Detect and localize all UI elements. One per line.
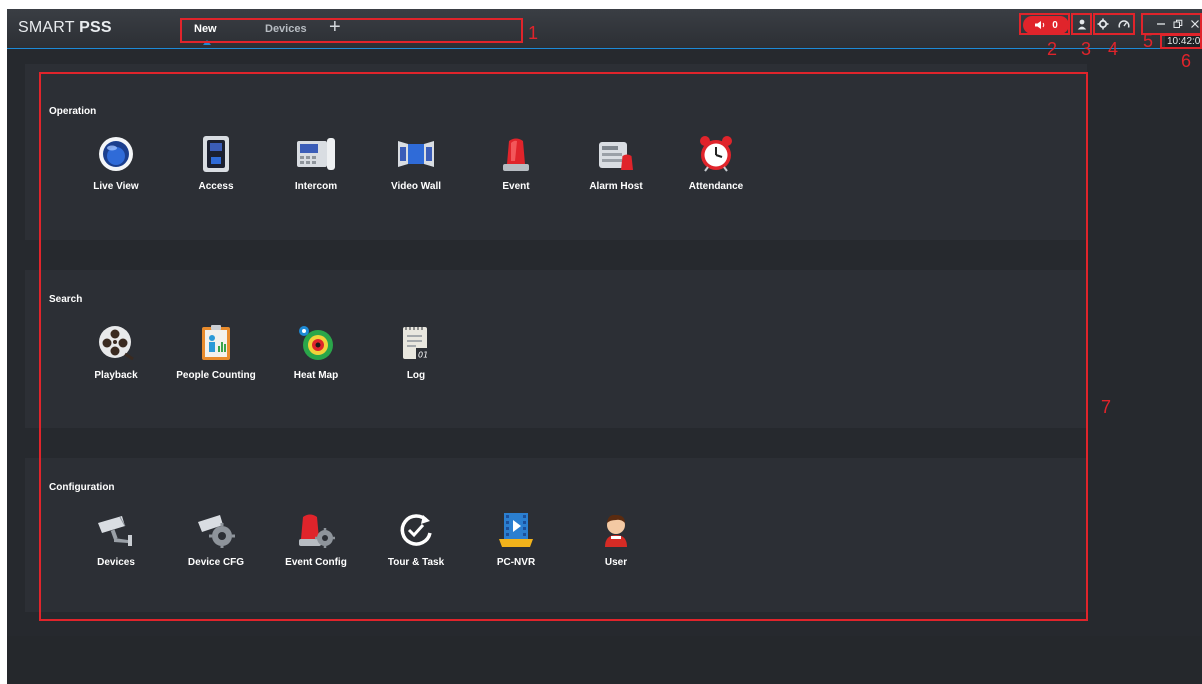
tile-label: Attendance — [688, 181, 744, 192]
system-clock: 10:42:03 — [1165, 36, 1202, 47]
access-icon — [196, 134, 236, 174]
tile-label: Device CFG — [187, 557, 245, 568]
tile-label: User — [604, 557, 628, 568]
tab-devices[interactable]: Devices — [265, 23, 307, 35]
tile-label: Playback — [94, 370, 138, 381]
tile-label: Alarm Host — [589, 181, 643, 192]
event-config-icon — [296, 510, 336, 550]
section-title-operation: Operation — [49, 106, 97, 117]
speaker-icon — [1035, 21, 1045, 29]
person-icon — [1077, 19, 1087, 29]
main-panel: Operation Live View Access Intercom Vide… — [25, 64, 1087, 612]
tab-new[interactable]: New — [194, 23, 217, 35]
tile-attendance[interactable]: Attendance — [666, 134, 766, 214]
smart-pss-window: SMART PSS New Devices + 0 10:42:0 Operat… — [7, 9, 1202, 684]
restore-button[interactable] — [1170, 16, 1186, 32]
close-button[interactable] — [1187, 16, 1202, 32]
user-icon — [596, 510, 636, 550]
live-view-icon — [96, 134, 136, 174]
tile-event-config[interactable]: Event Config — [266, 510, 366, 590]
people-counting-icon — [196, 323, 236, 363]
restore-icon — [1173, 19, 1183, 28]
close-icon — [1191, 20, 1199, 28]
tile-people-counting[interactable]: People Counting — [166, 323, 266, 403]
tile-label: People Counting — [176, 370, 256, 381]
annotation-number-7: 7 — [1101, 397, 1112, 417]
active-tab-indicator — [203, 40, 211, 45]
tile-alarm-host[interactable]: Alarm Host — [566, 134, 666, 214]
bottom-area — [7, 636, 1202, 684]
logo-text-light: SMART — [18, 19, 80, 36]
annotation-number-3: 3 — [1081, 39, 1092, 59]
section-separator — [25, 240, 1087, 270]
log-icon: 01 — [396, 323, 436, 363]
alarm-count: 0 — [1052, 19, 1058, 31]
tour-task-icon — [396, 510, 436, 550]
annotation-number-4: 4 — [1108, 39, 1119, 59]
performance-button[interactable] — [1116, 16, 1132, 32]
tile-label: Devices — [97, 557, 135, 568]
pc-nvr-icon — [496, 510, 536, 550]
tile-log[interactable]: 01 Log — [366, 323, 466, 403]
tile-pc-nvr[interactable]: PC-NVR — [466, 510, 566, 590]
section-title-configuration: Configuration — [49, 482, 115, 493]
tile-label: Intercom — [294, 181, 338, 192]
annotation-number-5: 5 — [1143, 31, 1154, 51]
heat-map-icon — [296, 323, 336, 363]
add-tab-button[interactable]: + — [329, 16, 341, 39]
tile-label: Log — [406, 370, 426, 381]
tile-label: Live View — [93, 181, 139, 192]
user-account-button[interactable] — [1074, 16, 1090, 32]
tile-label: Heat Map — [293, 370, 339, 381]
annotation-number-6: 6 — [1181, 51, 1192, 71]
tile-label: Tour & Task — [387, 557, 445, 568]
tile-access[interactable]: Access — [166, 134, 266, 214]
settings-button[interactable] — [1095, 16, 1111, 32]
attendance-icon — [696, 134, 736, 174]
minimize-button[interactable] — [1153, 16, 1169, 32]
tile-device-cfg[interactable]: Device CFG — [166, 510, 266, 590]
tile-label: Access — [198, 181, 234, 192]
tile-label: Event Config — [285, 557, 347, 568]
device-cfg-icon — [196, 510, 236, 550]
svg-text:01: 01 — [418, 351, 428, 360]
tile-event[interactable]: Event — [466, 134, 566, 214]
tile-label: Event — [502, 181, 530, 192]
title-bar: SMART PSS New Devices + 0 10:42:0 — [7, 9, 1202, 49]
event-icon — [496, 134, 536, 174]
alarm-button[interactable]: 0 — [1023, 16, 1069, 34]
playback-icon — [96, 323, 136, 363]
tile-label: Video Wall — [390, 181, 441, 192]
tile-tour-task[interactable]: Tour & Task — [366, 510, 466, 590]
devices-icon — [96, 510, 136, 550]
gauge-icon — [1118, 20, 1130, 28]
annotation-number-2: 2 — [1047, 39, 1058, 59]
app-logo: SMART PSS — [18, 19, 112, 37]
gear-icon — [1097, 18, 1109, 30]
video-wall-icon — [396, 134, 436, 174]
minimize-icon — [1157, 23, 1165, 25]
tile-heat-map[interactable]: Heat Map — [266, 323, 366, 403]
tile-live-view[interactable]: Live View — [66, 134, 166, 214]
tile-intercom[interactable]: Intercom — [266, 134, 366, 214]
section-separator — [25, 428, 1087, 458]
tile-video-wall[interactable]: Video Wall — [366, 134, 466, 214]
logo-text-bold: PSS — [79, 19, 112, 36]
tile-playback[interactable]: Playback — [66, 323, 166, 403]
section-title-search: Search — [49, 294, 83, 305]
intercom-icon — [296, 134, 336, 174]
tile-user[interactable]: User — [566, 510, 666, 590]
tile-label: PC-NVR — [496, 557, 536, 568]
tile-devices[interactable]: Devices — [66, 510, 166, 590]
annotation-number-1: 1 — [528, 23, 539, 43]
alarm-host-icon — [596, 134, 636, 174]
